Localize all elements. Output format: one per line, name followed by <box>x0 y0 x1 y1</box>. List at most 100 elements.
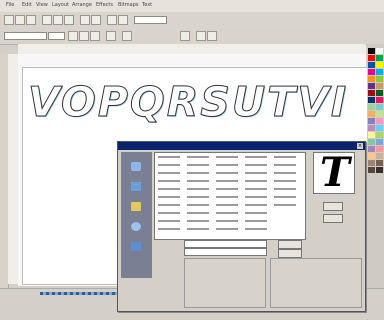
menu-item-view[interactable]: View <box>36 2 48 8</box>
color-swatch[interactable] <box>376 167 383 173</box>
font-file-item[interactable] <box>274 172 296 174</box>
font-file-item[interactable] <box>245 164 267 166</box>
font-file-item[interactable] <box>274 164 296 166</box>
italic-icon[interactable] <box>79 31 89 41</box>
font-file-item[interactable] <box>187 156 209 158</box>
font-file-item[interactable] <box>274 180 296 182</box>
color-swatch[interactable] <box>368 167 375 173</box>
color-swatch[interactable] <box>376 97 383 103</box>
font-file-item[interactable] <box>216 156 238 158</box>
font-file-item[interactable] <box>158 188 180 190</box>
color-swatch[interactable] <box>376 62 383 68</box>
font-file-list[interactable] <box>154 152 306 240</box>
font-file-item[interactable] <box>187 196 209 198</box>
font-file-item[interactable] <box>274 156 296 158</box>
copy-icon[interactable] <box>53 15 63 25</box>
open-button[interactable] <box>278 240 302 249</box>
menu-item-file[interactable]: File <box>6 2 14 8</box>
font-file-item[interactable] <box>187 204 209 206</box>
font-file-item[interactable] <box>274 204 296 206</box>
font-file-item[interactable] <box>158 164 180 166</box>
font-file-item[interactable] <box>187 212 209 214</box>
menu-item-arrange[interactable]: Arrange <box>72 2 92 8</box>
bold-icon[interactable] <box>68 31 78 41</box>
font-file-item[interactable] <box>216 220 238 222</box>
font-file-item[interactable] <box>158 172 180 174</box>
color-swatch[interactable] <box>376 55 383 61</box>
font-style-select[interactable] <box>184 248 267 256</box>
char-format-icon[interactable] <box>122 31 132 41</box>
horizontal-text-icon[interactable] <box>196 31 206 41</box>
font-name-input[interactable] <box>184 240 267 248</box>
menu-item-effects[interactable]: Effects <box>96 2 113 8</box>
font-file-item[interactable] <box>187 188 209 190</box>
color-swatch[interactable] <box>368 62 375 68</box>
color-swatch[interactable] <box>368 55 375 61</box>
edit-text-icon[interactable] <box>180 31 190 41</box>
font-file-item[interactable] <box>158 212 180 214</box>
color-swatch[interactable] <box>376 83 383 89</box>
color-swatch[interactable] <box>376 125 383 131</box>
cancel-button[interactable] <box>323 214 343 223</box>
font-file-item[interactable] <box>245 172 267 174</box>
align-icon[interactable] <box>106 31 116 41</box>
close-icon[interactable]: × <box>357 143 363 149</box>
font-file-item[interactable] <box>216 204 238 206</box>
font-name-field[interactable] <box>4 32 47 40</box>
color-swatch[interactable] <box>376 90 383 96</box>
color-swatch[interactable] <box>376 76 383 82</box>
font-file-item[interactable] <box>216 212 238 214</box>
font-file-item[interactable] <box>245 188 267 190</box>
color-swatch[interactable] <box>376 118 383 124</box>
color-swatch[interactable] <box>368 125 375 131</box>
font-file-item[interactable] <box>216 228 238 230</box>
undo-icon[interactable] <box>80 15 90 25</box>
menu-item-text[interactable]: Text <box>142 2 152 8</box>
export-icon[interactable] <box>118 15 128 25</box>
color-swatch[interactable] <box>376 48 383 54</box>
font-file-item[interactable] <box>245 180 267 182</box>
menu-item-bitmaps[interactable]: Bitmaps <box>118 2 139 8</box>
font-file-item[interactable] <box>187 172 209 174</box>
color-swatch[interactable] <box>368 83 375 89</box>
new-icon[interactable] <box>4 15 14 25</box>
font-file-item[interactable] <box>274 196 296 198</box>
font-file-item[interactable] <box>245 228 267 230</box>
import-icon[interactable] <box>107 15 117 25</box>
font-file-item[interactable] <box>216 172 238 174</box>
desktop-icon[interactable] <box>131 182 141 191</box>
font-file-item[interactable] <box>158 228 180 230</box>
vertical-text-icon[interactable] <box>207 31 217 41</box>
computer-icon[interactable] <box>131 222 141 231</box>
color-swatch[interactable] <box>368 132 375 138</box>
recent-icon[interactable] <box>131 162 141 171</box>
ok-button[interactable] <box>323 202 343 211</box>
font-file-item[interactable] <box>187 180 209 182</box>
color-swatch[interactable] <box>376 132 383 138</box>
color-swatch[interactable] <box>368 153 375 159</box>
font-file-item[interactable] <box>245 212 267 214</box>
menu-item-layout[interactable]: Layout <box>52 2 69 8</box>
open-icon[interactable] <box>15 15 25 25</box>
zoom-level-field[interactable] <box>134 16 167 24</box>
color-swatch[interactable] <box>368 118 375 124</box>
font-file-item[interactable] <box>245 204 267 206</box>
cut-icon[interactable] <box>42 15 52 25</box>
color-swatch[interactable] <box>368 97 375 103</box>
font-file-item[interactable] <box>158 180 180 182</box>
font-file-item[interactable] <box>187 164 209 166</box>
font-file-item[interactable] <box>216 164 238 166</box>
color-swatch[interactable] <box>368 104 375 110</box>
font-file-item[interactable] <box>245 156 267 158</box>
font-file-item[interactable] <box>158 204 180 206</box>
color-swatch[interactable] <box>368 76 375 82</box>
color-swatch[interactable] <box>368 48 375 54</box>
font-file-item[interactable] <box>245 196 267 198</box>
cancel-button-2[interactable] <box>278 249 302 258</box>
artistic-text[interactable]: VOPQRSUTVI <box>27 78 348 127</box>
color-swatch[interactable] <box>376 104 383 110</box>
color-swatch[interactable] <box>368 146 375 152</box>
font-file-item[interactable] <box>158 196 180 198</box>
color-swatch[interactable] <box>376 160 383 166</box>
font-file-item[interactable] <box>245 220 267 222</box>
